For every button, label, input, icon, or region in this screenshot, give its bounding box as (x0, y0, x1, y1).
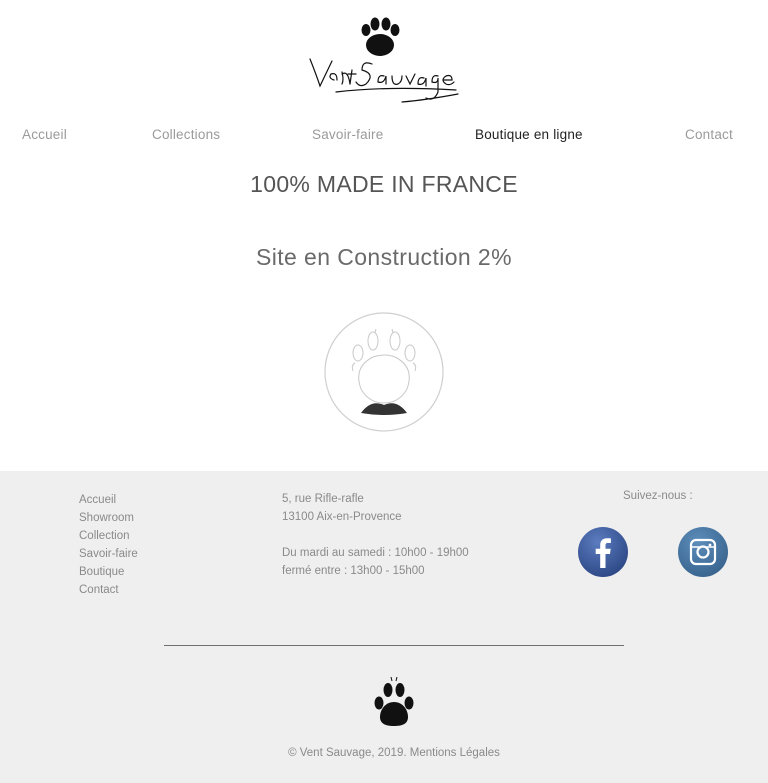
instagram-button[interactable] (678, 527, 728, 577)
construction-notice: Site en Construction 2% (256, 244, 512, 270)
closing-hours: fermé entre : 13h00 - 15h00 (282, 565, 425, 577)
page-tagline: 100% MADE IN FRANCE (250, 171, 518, 197)
nav-item-savoir-faire[interactable]: Savoir-faire (312, 127, 383, 142)
legal-notice-link[interactable]: Mentions Légales (410, 747, 500, 759)
main-nav: Accueil Collections Savoir-faire Boutiqu… (0, 127, 768, 145)
nav-item-contact[interactable]: Contact (685, 127, 733, 142)
address-street: 5, rue Rifle-rafle (282, 493, 364, 505)
footer-paw-logo (372, 676, 416, 730)
copyright-text: © Vent Sauvage, 2019. (288, 747, 407, 759)
footer-link-savoir-faire[interactable]: Savoir-faire (79, 545, 138, 563)
paw-outline-icon (324, 312, 444, 432)
paw-logo-icon (309, 17, 459, 103)
site-footer: Accueil Showroom Collection Savoir-faire… (0, 471, 768, 783)
brand-logo[interactable] (306, 16, 462, 106)
paw-icon (374, 676, 414, 726)
nav-item-accueil[interactable]: Accueil (22, 127, 67, 142)
facebook-icon (578, 527, 628, 577)
footer-link-contact[interactable]: Contact (79, 581, 138, 599)
footer-link-collection[interactable]: Collection (79, 527, 138, 545)
address-city: 13100 Aix-en-Provence (282, 511, 402, 523)
footer-links: Accueil Showroom Collection Savoir-faire… (79, 491, 138, 599)
footer-link-boutique[interactable]: Boutique (79, 563, 138, 581)
copyright: © Vent Sauvage, 2019. Mentions Légales (0, 747, 768, 759)
facebook-button[interactable] (578, 527, 628, 577)
nav-item-collections[interactable]: Collections (152, 127, 220, 142)
footer-divider (164, 645, 624, 646)
store-address: 5, rue Rifle-rafle 13100 Aix-en-Provence… (282, 490, 469, 580)
follow-label: Suivez-nous : (623, 490, 693, 502)
footer-link-accueil[interactable]: Accueil (79, 491, 138, 509)
instagram-icon (678, 527, 728, 577)
footer-link-showroom[interactable]: Showroom (79, 509, 138, 527)
nav-item-boutique-en-ligne[interactable]: Boutique en ligne (475, 127, 583, 142)
opening-hours: Du mardi au samedi : 10h00 - 19h00 (282, 547, 469, 559)
paw-circle-illustration (323, 311, 445, 433)
